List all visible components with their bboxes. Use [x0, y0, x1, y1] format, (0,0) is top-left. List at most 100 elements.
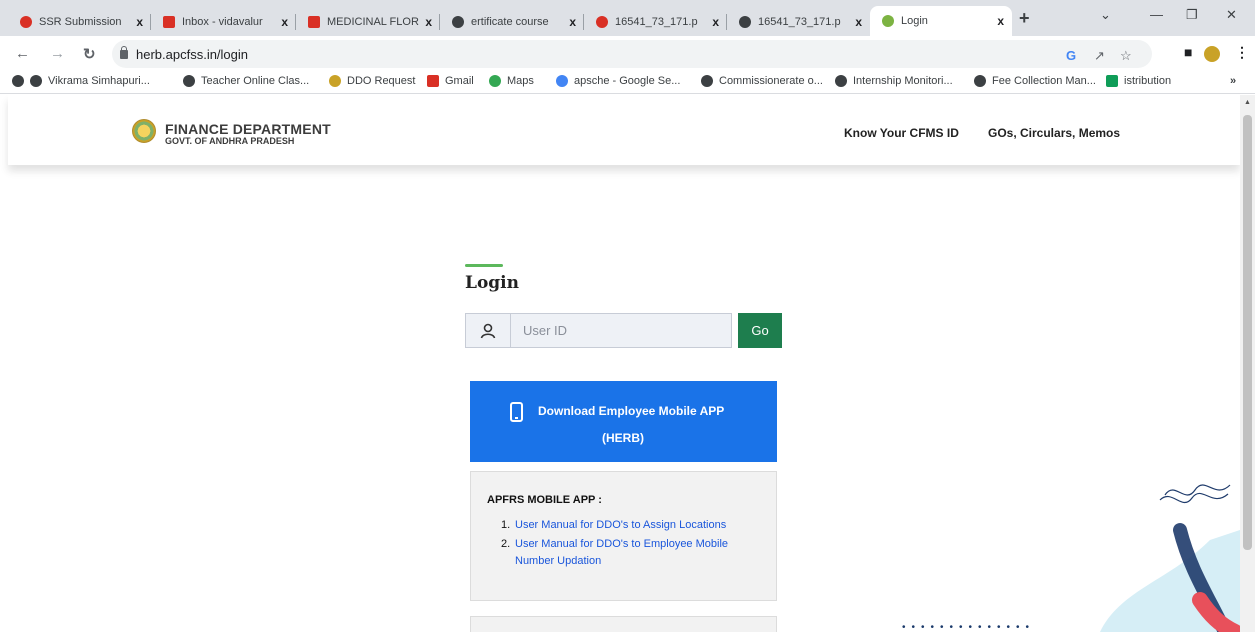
globe-icon: [974, 75, 986, 87]
tab-close-icon[interactable]: x: [425, 15, 432, 29]
user-id-input-group: Go: [465, 313, 783, 348]
user-icon: [465, 313, 511, 348]
gmail-icon: [308, 15, 320, 28]
bookmark-label: Teacher Online Clas...: [201, 75, 310, 87]
bookmark-item[interactable]: Fee Collection Man...: [974, 75, 1096, 87]
tab-label: Login: [901, 15, 928, 27]
tab-favicon-icon: [20, 15, 32, 28]
apfrs-title: APFRS MOBILE APP :: [487, 494, 602, 506]
tab-close-icon[interactable]: x: [136, 15, 143, 29]
emblem-favicon-icon: [882, 15, 894, 27]
bookmarks-overflow-button[interactable]: »: [1230, 75, 1236, 87]
bookmark-star-icon[interactable]: ☆: [1120, 48, 1132, 64]
scrollbar-thumb[interactable]: [1243, 115, 1252, 550]
page-scrollbar[interactable]: ▲: [1240, 95, 1255, 632]
download-label-app-name: (HERB): [602, 431, 644, 445]
tab-close-icon[interactable]: x: [997, 14, 1004, 28]
browser-tab[interactable]: 16541_73_171.p x: [584, 7, 727, 36]
bookmark-label: DDO Request: [347, 75, 416, 87]
logo-title[interactable]: FINANCE DEPARTMENT: [165, 121, 331, 137]
mobile-phone-icon: [510, 402, 523, 422]
tab-label: 16541_73_171.p: [615, 15, 698, 28]
maps-pin-icon: [489, 75, 501, 87]
nav-link-know-cfms-id[interactable]: Know Your CFMS ID: [844, 126, 959, 140]
browser-tab[interactable]: Inbox - vidavalur x: [151, 7, 296, 36]
bookmark-label: Internship Monitori...: [853, 75, 953, 87]
back-icon[interactable]: ←: [15, 45, 30, 62]
decorative-illustration: [1100, 484, 1240, 632]
nav-link-gos-circulars[interactable]: GOs, Circulars, Memos: [988, 126, 1120, 140]
manual-link-mobile-number-updation[interactable]: 2. User Manual for DDO's to Employee Mobi…: [501, 536, 766, 570]
emblem-icon: [329, 75, 341, 87]
bookmark-label: Maps: [507, 75, 534, 87]
apfrs-manual-list: 1. User Manual for DDO's to Assign Locati…: [501, 517, 766, 572]
browser-tab[interactable]: 16541_73_171.p x: [727, 7, 870, 36]
tab-close-icon[interactable]: x: [569, 15, 576, 29]
tab-label: ertificate course: [471, 15, 549, 28]
tab-close-icon[interactable]: x: [712, 15, 719, 29]
tab-label: 16541_73_171.p: [758, 15, 841, 28]
minimize-icon[interactable]: —: [1150, 7, 1163, 22]
tab-close-icon[interactable]: x: [281, 15, 288, 29]
browser-tab[interactable]: MEDICINAL FLOR x: [296, 7, 440, 36]
bookmark-label: Gmail: [445, 75, 474, 87]
reload-icon[interactable]: ↻: [83, 45, 96, 63]
bookmark-item[interactable]: Gmail: [427, 75, 474, 87]
tab-label: Inbox - vidavalur: [182, 15, 263, 28]
bookmark-item[interactable]: Internship Monitori...: [835, 75, 953, 87]
manual-link-assign-locations[interactable]: 1. User Manual for DDO's to Assign Locati…: [501, 517, 766, 534]
pdf-icon: [596, 15, 608, 28]
globe-icon: [183, 75, 195, 87]
browser-tab-active[interactable]: Login x: [870, 6, 1012, 36]
page-viewport: FINANCE DEPARTMENT GOVT. OF ANDHRA PRADE…: [0, 95, 1255, 632]
scroll-up-icon[interactable]: ▲: [1244, 99, 1251, 106]
browser-tab[interactable]: SSR Submission x: [8, 7, 151, 36]
bookmarks-bar: Vikrama Simhapuri... Teacher Online Clas…: [0, 72, 1255, 94]
apfrs-panel: APFRS MOBILE APP : 1. User Manual for DDO…: [470, 471, 777, 601]
bookmark-item[interactable]: DDO Request: [329, 75, 415, 87]
bookmark-item[interactable]: apsche - Google Se...: [556, 75, 680, 87]
bookmark-item[interactable]: Teacher Online Clas...: [183, 75, 309, 87]
decorative-dots: ••••••••••••••: [902, 622, 1036, 632]
share-icon[interactable]: ↗: [1094, 48, 1105, 64]
menu-kebab-icon[interactable]: ⋮: [1235, 44, 1249, 61]
bookmark-label: istribution: [1124, 75, 1172, 87]
globe-icon: [701, 75, 713, 87]
globe-icon: [12, 75, 24, 87]
bookmark-item[interactable]: Commissionerate o...: [701, 75, 823, 87]
browser-tab[interactable]: ertificate course x: [440, 7, 584, 36]
window-close-icon[interactable]: ✕: [1226, 7, 1237, 23]
sheets-icon: [1106, 75, 1118, 87]
profile-avatar[interactable]: [1204, 46, 1220, 62]
globe-icon: [835, 75, 847, 87]
bookmark-label: apsche - Google Se...: [574, 75, 681, 87]
address-bar[interactable]: herb.apcfss.in/login G ↗ ☆: [112, 40, 1152, 68]
tab-label: MEDICINAL FLOR: [327, 15, 419, 28]
bookmark-item[interactable]: istribution: [1106, 75, 1171, 87]
go-button[interactable]: Go: [738, 313, 782, 348]
new-tab-button[interactable]: +: [1019, 8, 1030, 29]
tab-close-icon[interactable]: x: [855, 15, 862, 29]
download-app-button[interactable]: Download Employee Mobile APP (HERB): [470, 381, 777, 462]
next-panel: [470, 616, 777, 632]
user-id-input[interactable]: [511, 313, 732, 348]
google-icon: [556, 75, 568, 87]
url-text: herb.apcfss.in/login: [136, 46, 249, 62]
globe-icon: [30, 75, 42, 87]
side-panel-icon[interactable]: ■: [1184, 44, 1192, 60]
lock-icon: [120, 45, 128, 59]
list-number: 1.: [501, 519, 511, 531]
tab-search-icon[interactable]: ⌄: [1100, 7, 1111, 23]
google-translate-icon[interactable]: G: [1066, 48, 1076, 63]
restore-icon[interactable]: ❐: [1186, 7, 1198, 23]
chrome-apps-icon[interactable]: [12, 75, 30, 87]
login-accent-bar: [465, 264, 503, 267]
bookmark-item[interactable]: Vikrama Simhapuri...: [30, 75, 150, 87]
ap-emblem-icon: [132, 119, 156, 143]
bookmark-label: Fee Collection Man...: [992, 75, 1096, 87]
login-title: Login: [465, 273, 519, 293]
globe-icon: [452, 15, 464, 28]
forward-icon[interactable]: →: [50, 45, 65, 62]
bookmark-item[interactable]: Maps: [489, 75, 534, 87]
gmail-icon: [427, 75, 439, 87]
